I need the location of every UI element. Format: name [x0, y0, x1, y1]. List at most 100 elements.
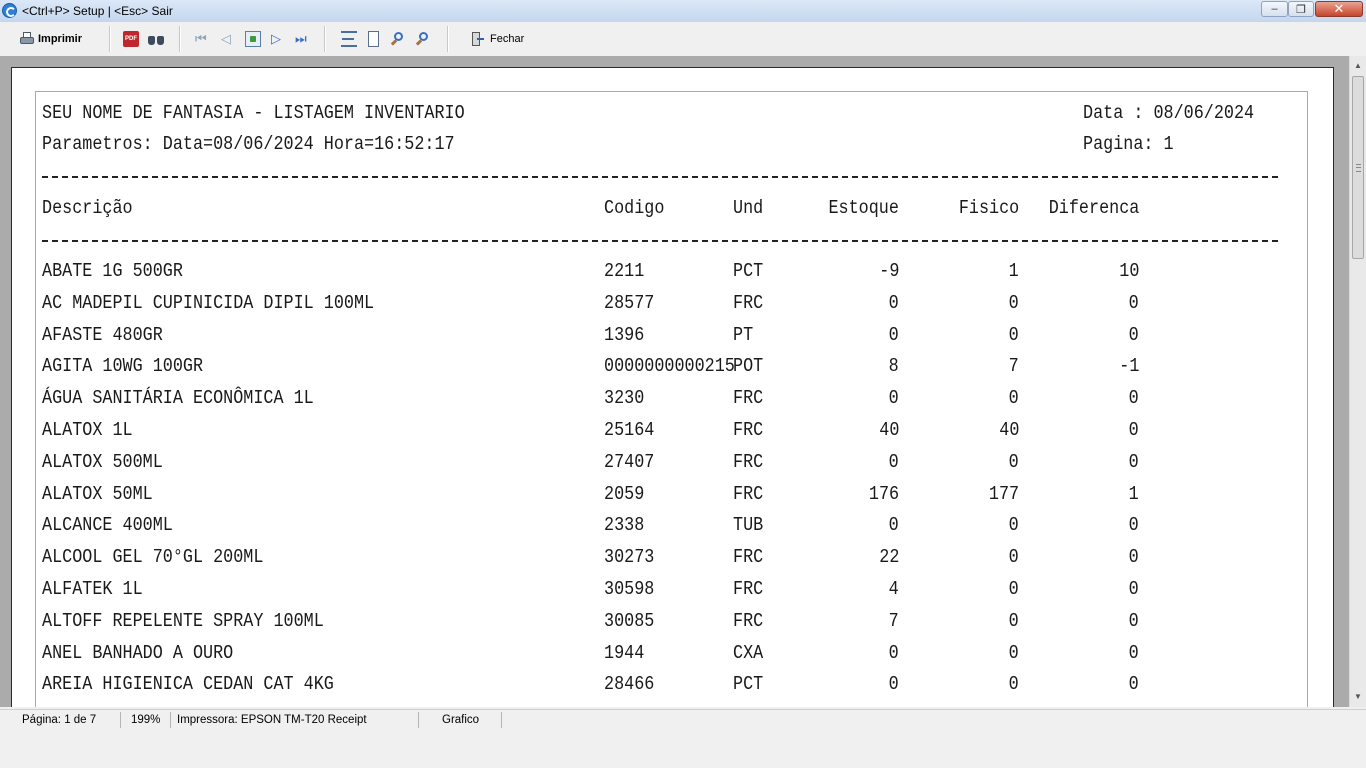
- zoom-in-button[interactable]: [390, 29, 406, 49]
- print-button-label: Imprimir: [38, 33, 83, 45]
- status-printer: Impressora: EPSON TM-T20 Receipt: [173, 712, 419, 728]
- row-description: ALFATEK 1L: [42, 578, 143, 600]
- scroll-up-button[interactable]: ▲: [1350, 57, 1366, 74]
- row-unit: FRC: [733, 387, 764, 409]
- row-description: ANEL BANHADO A OURO: [42, 642, 234, 664]
- row-stock: -9: [878, 260, 899, 282]
- next-page-icon: ▷: [271, 31, 281, 46]
- row-code: 30085: [604, 610, 655, 632]
- row-difference: 0: [1128, 387, 1139, 409]
- row-physical: 177: [988, 483, 1019, 505]
- row-stock: 22: [878, 546, 899, 568]
- row-difference: 0: [1128, 419, 1139, 441]
- pdf-icon: PDF: [123, 31, 139, 47]
- exit-door-icon: [469, 31, 485, 47]
- row-code: 1944: [604, 642, 645, 664]
- col-estoque: Estoque: [828, 197, 899, 219]
- row-physical: 0: [1008, 673, 1019, 695]
- row-code: 28466: [604, 673, 655, 695]
- vertical-scrollbar[interactable]: ▲ ▼: [1349, 56, 1366, 707]
- row-difference: 1: [1128, 483, 1139, 505]
- print-button[interactable]: Imprimir: [19, 29, 82, 49]
- row-physical: 0: [1008, 578, 1019, 600]
- previous-page-icon: ◁: [221, 31, 231, 46]
- row-difference: 0: [1128, 324, 1139, 346]
- title-bar: <Ctrl+P> Setup | <Esc> Sair ‒ ❐ ✕: [0, 0, 1366, 23]
- row-description: AREIA HIGIENICA CEDAN CAT 4KG: [42, 673, 334, 695]
- row-stock: 40: [878, 419, 899, 441]
- status-page: Página: 1 de 7: [0, 712, 121, 728]
- row-unit: POT: [733, 355, 764, 377]
- row-physical: 1: [1008, 260, 1019, 282]
- row-physical: 0: [1008, 610, 1019, 632]
- row-difference: 0: [1128, 642, 1139, 664]
- maximize-button[interactable]: ❐: [1288, 1, 1314, 17]
- row-physical: 0: [1008, 546, 1019, 568]
- row-unit: FRC: [733, 610, 764, 632]
- row-difference: 10: [1118, 260, 1139, 282]
- whole-page-icon: [368, 31, 379, 47]
- report-title: SEU NOME DE FANTASIA - LISTAGEM INVENTAR…: [42, 102, 465, 124]
- go-to-page-button[interactable]: [245, 29, 261, 49]
- whole-page-button[interactable]: [366, 29, 381, 49]
- row-difference: 0: [1128, 451, 1139, 473]
- report-date: Data : 08/06/2024: [1083, 102, 1255, 124]
- search-button[interactable]: [148, 29, 164, 49]
- row-code: 2338: [604, 514, 645, 536]
- row-description: ALATOX 500ML: [42, 451, 163, 473]
- row-code: 30598: [604, 578, 655, 600]
- window-bottom-area: [0, 729, 1366, 768]
- scroll-down-icon: ▼: [1354, 692, 1362, 701]
- toolbar: Imprimir PDF ⏮ ◁ ▷ ⏭ Fechar: [0, 22, 1366, 57]
- row-code: 25164: [604, 419, 655, 441]
- scroll-down-button[interactable]: ▼: [1350, 688, 1366, 705]
- row-physical: 0: [1008, 292, 1019, 314]
- row-stock: 0: [888, 387, 899, 409]
- row-stock: 8: [888, 355, 899, 377]
- row-description: ALATOX 50ML: [42, 483, 153, 505]
- row-code: 2211: [604, 260, 645, 282]
- row-description: AGITA 10WG 100GR: [42, 355, 204, 377]
- first-page-button[interactable]: ⏮: [195, 29, 207, 49]
- last-page-button[interactable]: ⏭: [295, 29, 307, 49]
- row-stock: 7: [888, 610, 899, 632]
- row-unit: FRC: [733, 578, 764, 600]
- row-difference: -1: [1118, 355, 1139, 377]
- columns-divider: [42, 240, 1278, 242]
- row-unit: FRC: [733, 483, 764, 505]
- row-code: 27407: [604, 451, 655, 473]
- row-description: ÁGUA SANITÁRIA ECONÔMICA 1L: [42, 387, 314, 409]
- row-difference: 0: [1128, 610, 1139, 632]
- row-difference: 0: [1128, 673, 1139, 695]
- minimize-button[interactable]: ‒: [1261, 1, 1288, 17]
- scroll-thumb[interactable]: [1352, 76, 1364, 259]
- row-physical: 0: [1008, 451, 1019, 473]
- row-unit: FRC: [733, 419, 764, 441]
- previous-page-button[interactable]: ◁: [221, 29, 231, 49]
- row-description: ALATOX 1L: [42, 419, 133, 441]
- zoom-out-button[interactable]: [415, 29, 431, 49]
- go-to-page-icon: [245, 31, 261, 47]
- row-code: 0000000000215: [604, 355, 735, 377]
- row-description: AC MADEPIL CUPINICIDA DIPIL 100ML: [42, 292, 375, 314]
- scroll-up-icon: ▲: [1354, 61, 1362, 70]
- close-report-button[interactable]: Fechar: [469, 29, 524, 49]
- row-unit: PCT: [733, 673, 764, 695]
- close-window-button[interactable]: ✕: [1315, 1, 1363, 17]
- app-icon: [2, 3, 17, 18]
- row-unit: CXA: [733, 642, 764, 664]
- binoculars-icon: [148, 31, 164, 47]
- row-stock: 0: [888, 642, 899, 664]
- row-difference: 0: [1128, 292, 1139, 314]
- close-icon: ✕: [1333, 1, 1345, 16]
- row-physical: 0: [1008, 387, 1019, 409]
- row-difference: 0: [1128, 578, 1139, 600]
- status-bar: Página: 1 de 7 199% Impressora: EPSON TM…: [0, 709, 1366, 730]
- page-width-button[interactable]: [341, 29, 357, 49]
- report-viewer[interactable]: SEU NOME DE FANTASIA - LISTAGEM INVENTAR…: [0, 56, 1349, 707]
- next-page-button[interactable]: ▷: [271, 29, 281, 49]
- export-pdf-button[interactable]: PDF: [123, 29, 139, 49]
- maximize-icon: ❐: [1296, 3, 1306, 16]
- toolbar-separator: [324, 26, 326, 52]
- zoom-in-icon: [390, 31, 406, 47]
